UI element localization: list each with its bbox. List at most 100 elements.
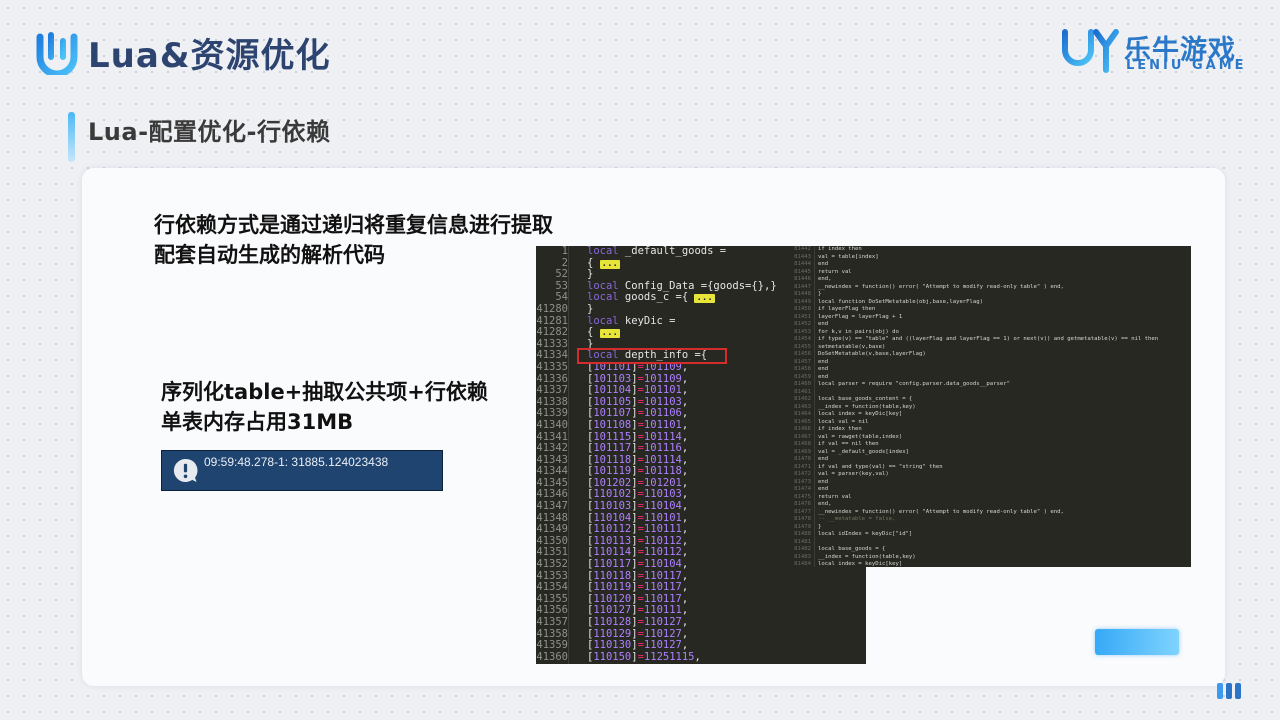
line-number: 81448: [794, 291, 811, 297]
code-line: val = table[index]: [818, 253, 879, 260]
code-line: return val: [818, 268, 852, 275]
code-line: }: [818, 291, 822, 297]
code-text: [101108]=101101,: [587, 418, 689, 431]
line-number: 81480: [794, 531, 811, 537]
code-line: end: [818, 456, 829, 462]
line-number: 41282: [536, 326, 568, 339]
code-line: for k,v in pairs(obj) do: [818, 328, 899, 335]
code-line: local parser = require "config.parser.da…: [818, 381, 1010, 387]
code-text: [110113]=110112,: [587, 534, 689, 547]
memory-log-bar: 09:59:48.278-1: 31885.124023438: [161, 450, 443, 491]
line-number: 41337: [536, 384, 568, 397]
line-number: 81456: [794, 351, 811, 357]
code-line: end: [818, 478, 829, 485]
line-numbers-right: 81442 81443 81444 81445 81446 81447 81448 81449…: [784, 246, 815, 567]
code-text: [110117]=110104,: [587, 558, 689, 571]
code-text: [101104]=101101,: [587, 384, 689, 397]
code-editor-right: 81442 81443 81444 81445 81446 81447 81448 81449…: [784, 246, 1191, 567]
line-number: 81468: [794, 441, 811, 447]
line-number: 81451: [794, 313, 811, 320]
code-line: end,: [818, 501, 832, 507]
code-line: end: [818, 486, 829, 492]
line-number: 81461: [794, 388, 811, 395]
line-number: 81471: [794, 463, 811, 470]
code-line: layerFlag = layerFlag + 1: [818, 313, 903, 320]
code-line: __index = function(table,key): [818, 553, 916, 560]
line-number: 81447: [794, 283, 811, 290]
line-number: 81443: [794, 253, 811, 260]
result-line-1: 序列化table+抽取公共项+行依赖: [161, 380, 488, 404]
line-number: 81477: [794, 508, 811, 515]
code-line: end: [818, 321, 829, 327]
code-line: __newindex = function() error( "Attempt …: [818, 508, 1064, 515]
code-keyword: local: [587, 291, 619, 304]
line-number: 81446: [794, 276, 811, 282]
code-text: [101118]=101114,: [587, 453, 689, 466]
code-text: }: [587, 268, 594, 281]
line-number: 81470: [794, 456, 811, 462]
code-text: keyDic =: [618, 314, 676, 327]
code-line: if type(v) == "table" and ((layerFlag an…: [818, 336, 1159, 342]
line-number: 81449: [794, 298, 811, 305]
code-line: local _default_goods =: [587, 246, 777, 258]
brand-logo: 乐牛游戏 LENIU GAME: [1060, 26, 1260, 76]
code-text: [101115]=101114,: [587, 430, 689, 443]
line-number: 1: [561, 246, 568, 257]
fold-marker: ...: [694, 293, 715, 304]
code-text: [110128]=110127,: [587, 616, 689, 628]
code-line: val = rawget(table,index): [818, 433, 903, 440]
code-line: [110150]=11251115,: [587, 651, 777, 664]
code-line: DoSetMetatable(v,base,layerFlag): [818, 351, 926, 357]
line-number: 81466: [794, 426, 811, 432]
section-title: Lua-配置优化-行依赖: [88, 118, 331, 146]
line-number: 81465: [794, 418, 811, 425]
code-line: { ...: [587, 326, 777, 339]
header-title-area: Lua&资源优化: [34, 28, 330, 76]
code-keyword: local: [587, 279, 619, 292]
code-text: [101202]=101201,: [587, 476, 689, 489]
code-line: local goods_c ={ ...: [587, 292, 777, 304]
page-title: Lua&资源优化: [88, 35, 331, 76]
brand-name-en: LENIU GAME: [1126, 58, 1247, 73]
code-text: }: [587, 302, 594, 315]
line-number: 41342: [536, 442, 568, 455]
line-number: 81484: [794, 561, 811, 567]
description-line-2: 配套自动生成的解析代码: [154, 243, 385, 267]
code-line: val = _default_goods[index]: [818, 448, 909, 455]
code-line: local idIndex = keyDic["id"]: [818, 531, 913, 537]
highlight-box: [577, 348, 727, 364]
line-number: 81469: [794, 448, 811, 455]
code-line: local index = keyDic[key]: [818, 561, 903, 567]
line-number: 81457: [794, 358, 811, 365]
line-number: 81473: [794, 478, 811, 485]
page-indicator-bar: [1235, 683, 1241, 699]
code-line: end: [818, 358, 829, 365]
code-text: {: [587, 256, 594, 269]
fold-marker: ...: [599, 328, 620, 339]
result-text: 序列化table+抽取公共项+行依赖 单表内存占用31MB: [161, 377, 488, 437]
line-number: 81453: [794, 328, 811, 335]
result-line-2: 单表内存占用31MB: [161, 410, 354, 434]
code-line: __index = function(table,key): [818, 403, 916, 410]
alert-icon: [173, 458, 198, 483]
page-indicator-bar: [1217, 683, 1223, 699]
code-text: [110127]=110111,: [587, 604, 689, 617]
code-line: if val and type(val) == "string" then: [818, 463, 943, 470]
code-text: _default_goods =: [618, 246, 727, 257]
line-number: 81474: [794, 486, 811, 492]
code-text: [110112]=110111,: [587, 523, 689, 536]
line-number: 81481: [794, 538, 811, 545]
line-number: 81463: [794, 403, 811, 410]
code-text: [101117]=101116,: [587, 442, 689, 455]
code-line: end,: [818, 276, 832, 282]
line-number: 81454: [794, 336, 811, 342]
code-line: local val = nil: [818, 418, 869, 425]
code-text: [110119]=110117,: [587, 581, 689, 594]
description-text: 行依赖方式是通过递归将重复信息进行提取 配套自动生成的解析代码: [154, 210, 553, 270]
description-line-1: 行依赖方式是通过递归将重复信息进行提取: [154, 213, 553, 237]
accent-button[interactable]: [1095, 629, 1179, 655]
code-text: [110129]=110127,: [587, 627, 689, 640]
code-text: [110120]=110117,: [587, 592, 689, 605]
line-number: 81462: [794, 396, 811, 402]
